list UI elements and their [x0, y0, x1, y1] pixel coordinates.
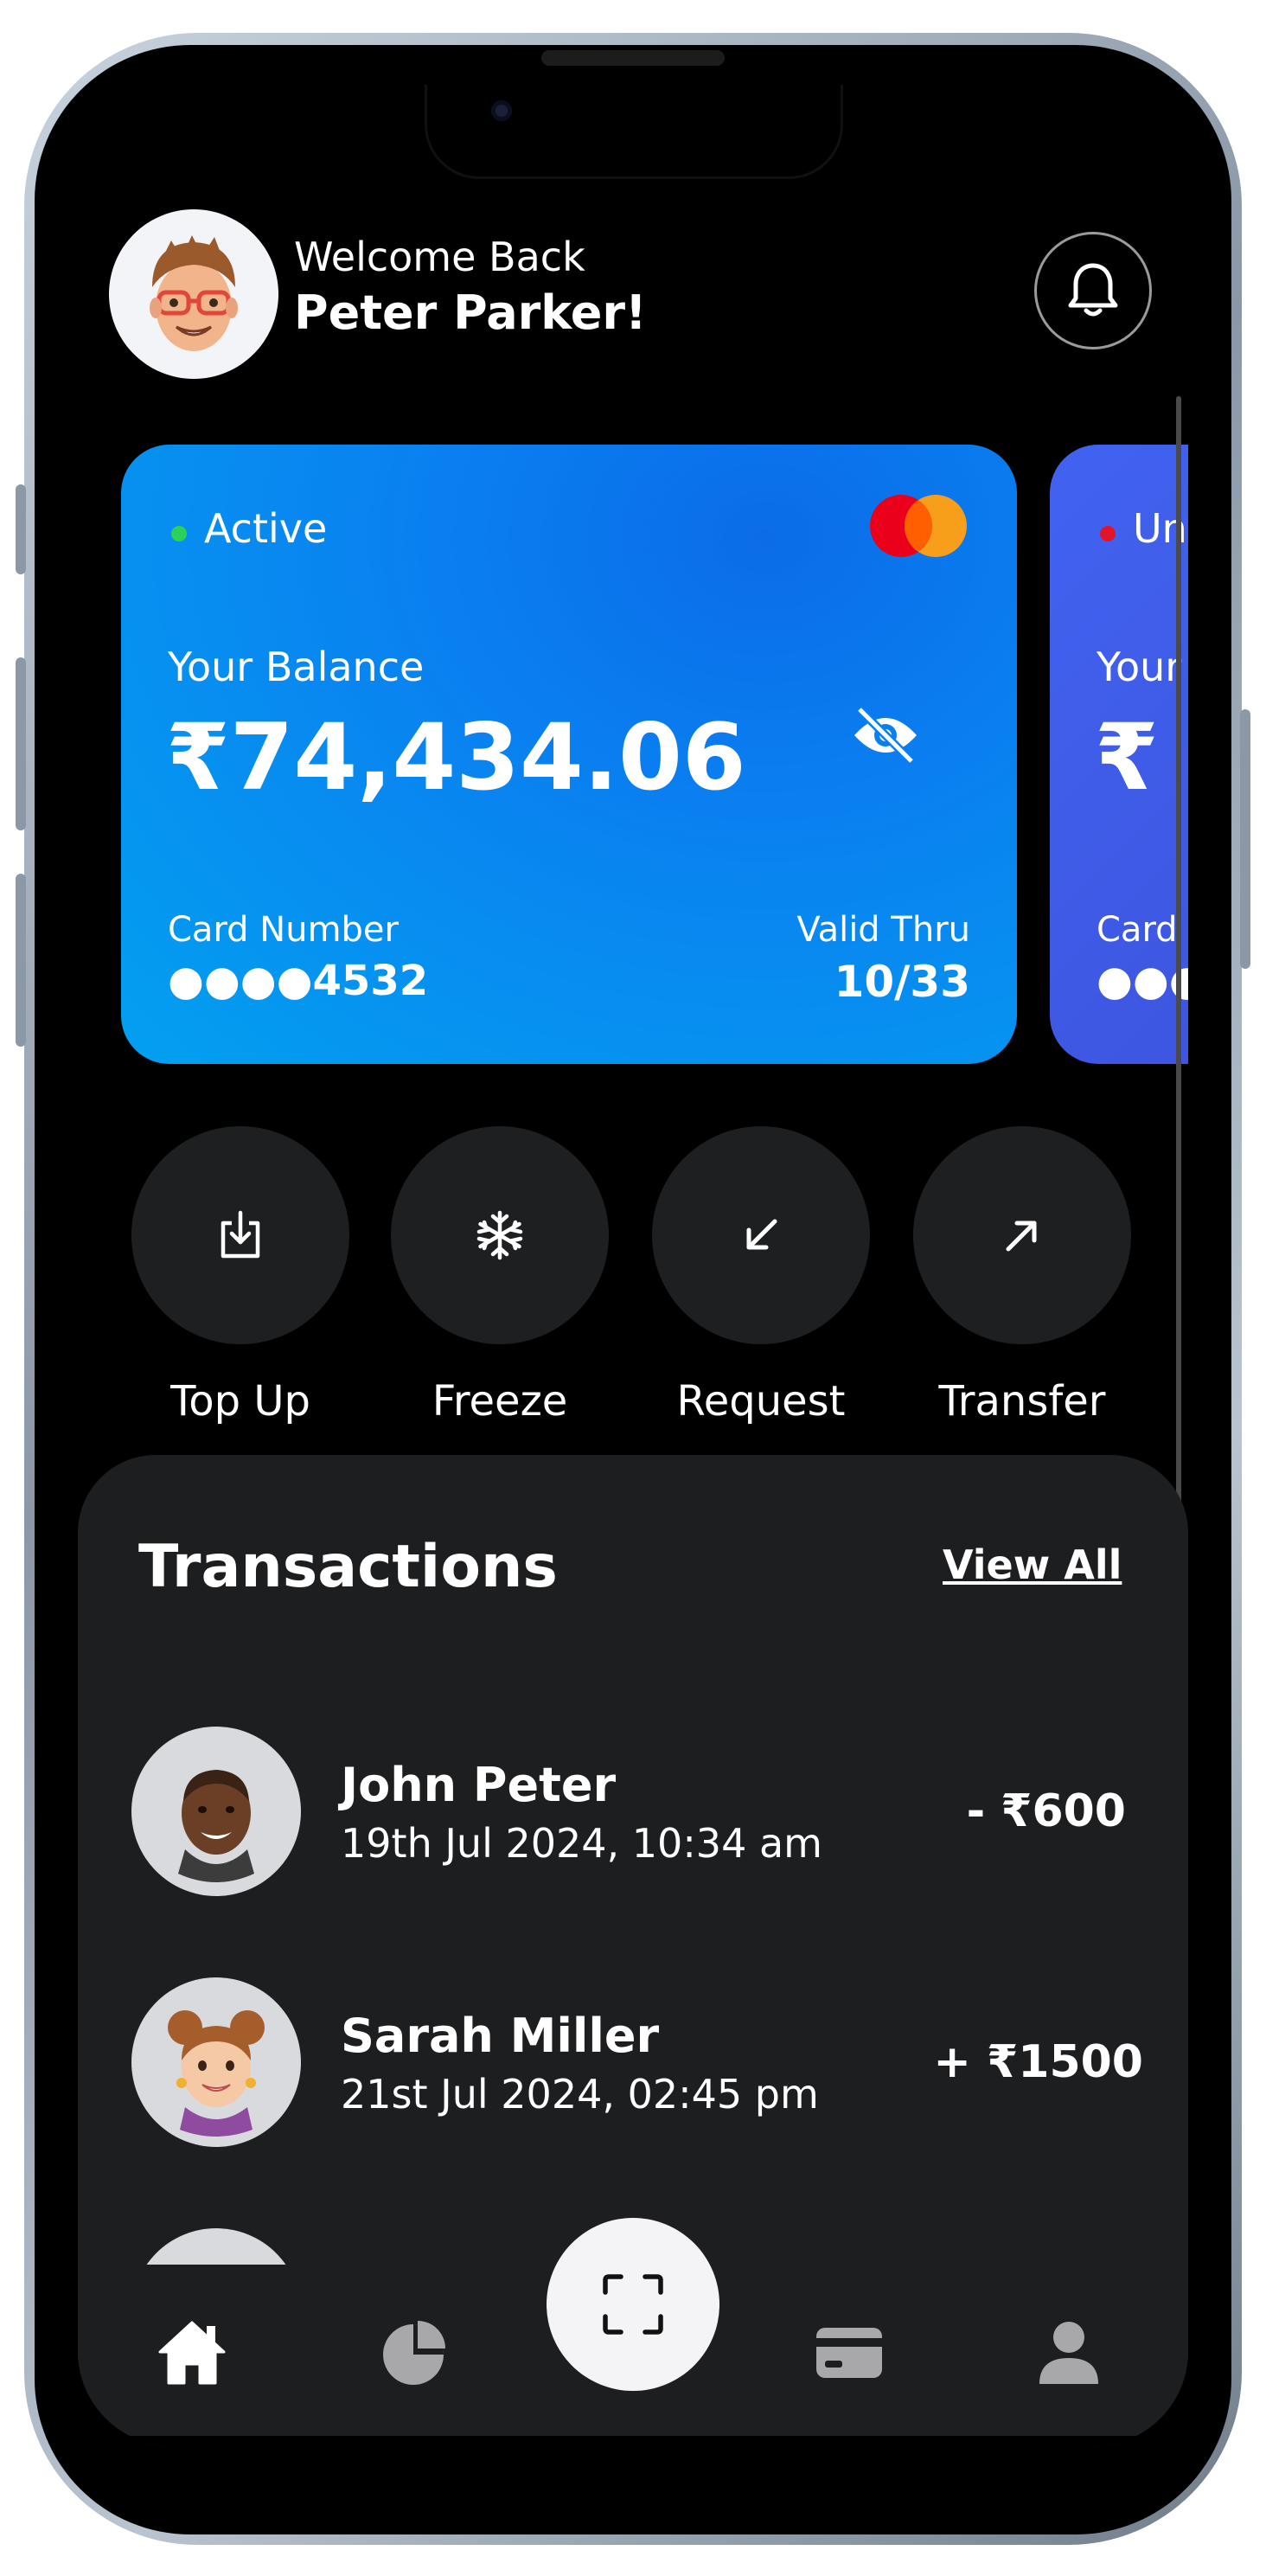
transaction-name: John Peter: [341, 1758, 617, 1812]
snowflake-icon: [476, 1210, 523, 1260]
memoji-john-icon: [178, 1770, 254, 1882]
freeze-label: Freeze: [432, 1377, 568, 1426]
card-number-label: Card: [1097, 910, 1178, 950]
top-up-label: Top Up: [170, 1377, 310, 1426]
card-icon: [816, 2328, 882, 2378]
transaction-date: 21st Jul 2024, 02:45 pm: [341, 2071, 819, 2118]
home-icon: [158, 2321, 226, 2385]
notifications-button[interactable]: [1034, 232, 1152, 349]
status-dot: [1100, 526, 1116, 541]
scan-icon: [603, 2274, 663, 2335]
profile-icon: [1039, 2322, 1098, 2384]
notch: [427, 85, 841, 176]
download-icon: [221, 1210, 260, 1259]
valid-thru-date: 10/33: [834, 957, 970, 1007]
card-number: ●●●: [1097, 957, 1188, 1005]
user-avatar[interactable]: [109, 209, 278, 379]
side-button-silent: [16, 484, 26, 574]
eye-off-icon[interactable]: [851, 704, 920, 765]
transfer-label: Transfer: [938, 1377, 1106, 1426]
view-all-link[interactable]: View All: [943, 1541, 1122, 1588]
mastercard-icon: [870, 495, 967, 557]
speaker-grille: [541, 50, 725, 66]
app-screen: Welcome Back Peter Parker! Active Your B…: [78, 85, 1188, 2446]
pie-chart-icon: [383, 2321, 445, 2385]
request-label: Request: [676, 1377, 846, 1426]
arrow-down-left-icon: [746, 1219, 777, 1250]
camera-icon: [491, 100, 512, 121]
nav-profile[interactable]: [1026, 2310, 1112, 2396]
scrollbar[interactable]: [1176, 396, 1181, 1512]
card-secondary[interactable]: Un Your ₹ Card ●●●: [1050, 445, 1188, 1064]
arrow-up-right-icon: [1006, 1221, 1037, 1252]
bell-icon: [1068, 263, 1118, 317]
balance-label: Your Balance: [168, 644, 425, 690]
transactions-title: Transactions: [138, 1533, 558, 1601]
nav-home[interactable]: [149, 2310, 235, 2396]
screen-bottom-edge: [78, 2436, 1188, 2446]
transfer-button[interactable]: [913, 1126, 1131, 1344]
transaction-date: 19th Jul 2024, 10:34 am: [341, 1820, 822, 1867]
balance-amount: ₹: [1095, 704, 1159, 811]
welcome-text: Welcome Back: [294, 234, 585, 280]
card-number-label: Card Number: [168, 910, 399, 950]
status-dot: [171, 526, 187, 541]
top-up-button[interactable]: [131, 1126, 349, 1344]
memoji-user-icon: [150, 235, 238, 351]
request-button[interactable]: [652, 1126, 870, 1344]
transaction-name: Sarah Miller: [341, 2009, 660, 2063]
transaction-amount: - ₹600: [966, 1785, 1126, 1837]
freeze-button[interactable]: [391, 1126, 609, 1344]
scan-button[interactable]: [547, 2218, 719, 2391]
valid-thru-label: Valid Thru: [796, 910, 970, 950]
transaction-avatar: [131, 1977, 301, 2147]
transaction-avatar: [131, 1727, 301, 1896]
user-name: Peter Parker!: [294, 285, 647, 340]
card-number: ●●●●4532: [168, 957, 429, 1005]
side-button-volume-up: [16, 657, 26, 830]
side-button-volume-down: [16, 874, 26, 1047]
card-primary[interactable]: Active Your Balance ₹74,434.06 Card Numb…: [121, 445, 1017, 1064]
nav-cards[interactable]: [806, 2310, 892, 2396]
memoji-sarah-icon: [168, 2010, 265, 2137]
nav-analytics[interactable]: [370, 2310, 457, 2396]
transaction-amount: + ₹1500: [933, 2036, 1143, 2088]
balance-label: Your: [1097, 644, 1182, 690]
side-button-power: [1240, 709, 1250, 969]
card-status: Active: [204, 505, 328, 552]
balance-amount: ₹74,434.06: [166, 704, 746, 811]
